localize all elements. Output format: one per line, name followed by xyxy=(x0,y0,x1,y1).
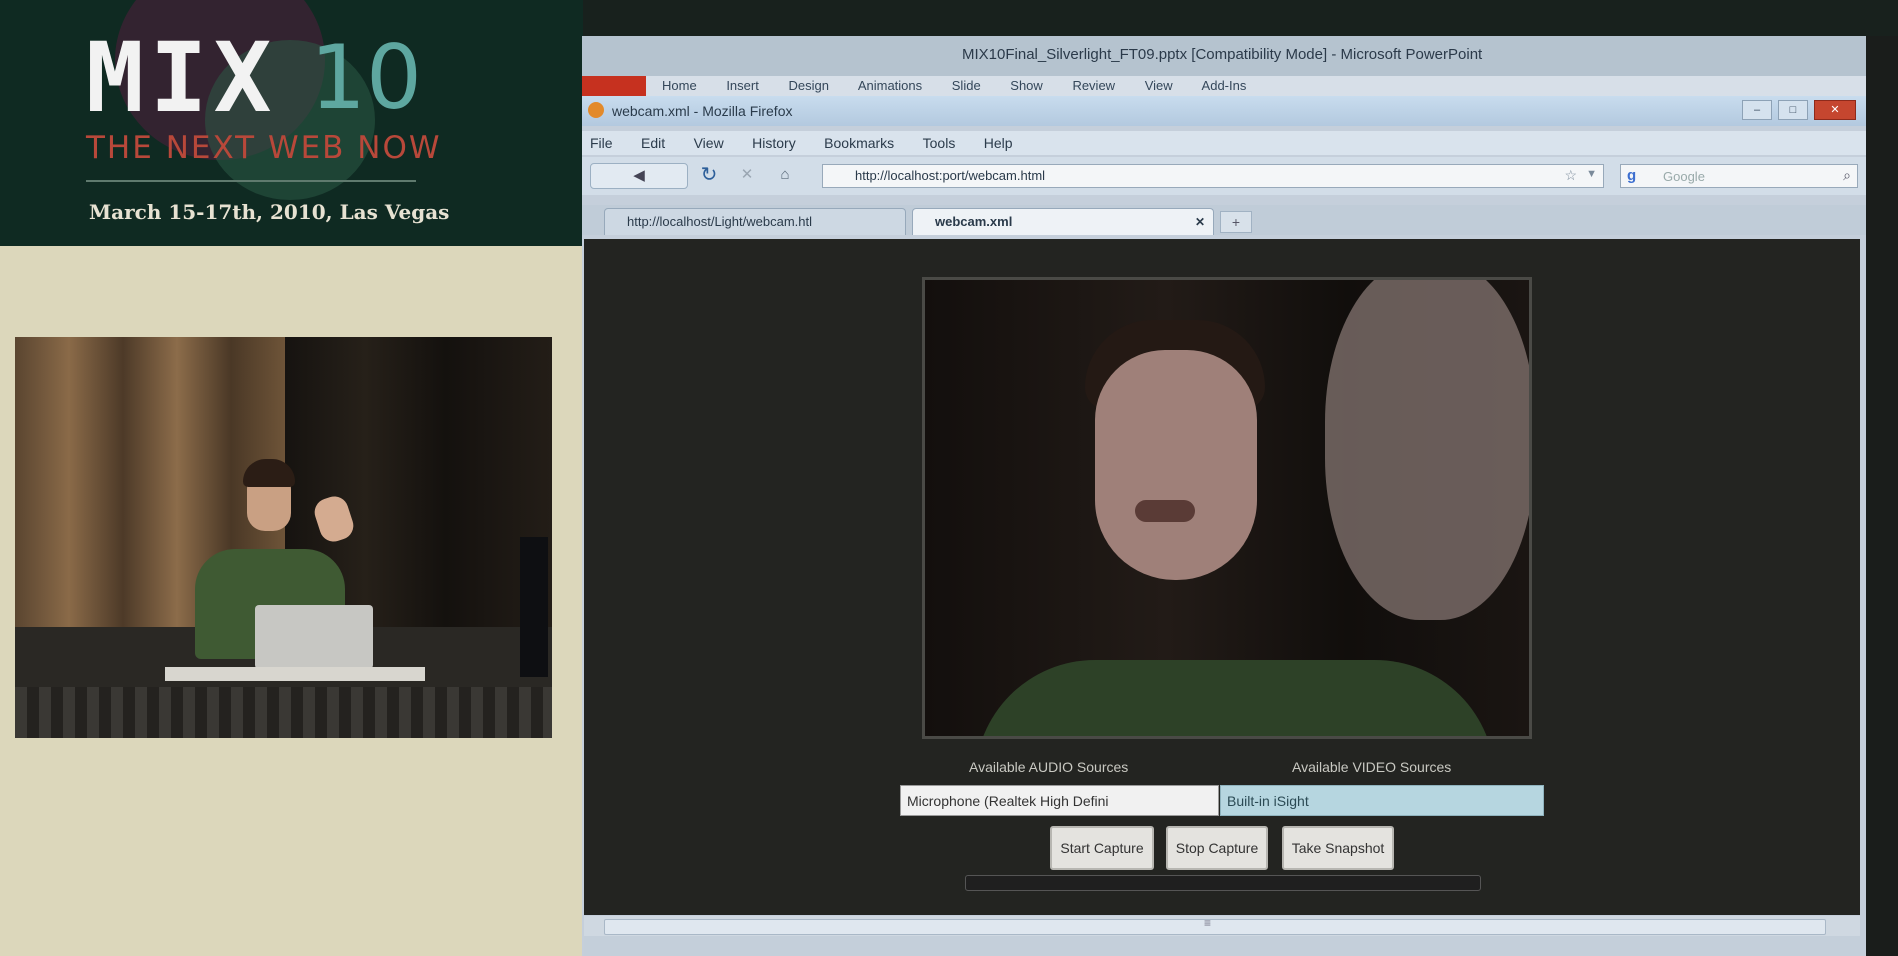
magnifier-icon[interactable]: ⌕ xyxy=(1843,167,1851,184)
menu-bar: File Edit View History Bookmarks Tools H… xyxy=(582,131,1866,155)
window-title: webcam.xml - Mozilla Firefox xyxy=(612,103,793,119)
ribbon-tabs: Home Insert Design Animations Slide Show… xyxy=(662,78,1246,93)
navigation-toolbar: ◀ ↻ ✕ ⌂ http://localhost:port/webcam.htm… xyxy=(582,157,1866,195)
minimize-button[interactable]: – xyxy=(1742,100,1772,120)
address-url: http://localhost:port/webcam.html xyxy=(855,168,1046,183)
ribbon-tab[interactable]: Slide Show xyxy=(952,78,1043,93)
audio-sources-label: Available AUDIO Sources xyxy=(969,759,1129,775)
ribbon-tab[interactable]: Insert xyxy=(726,78,759,93)
tab-title: http://localhost/Light/webcam.htl xyxy=(627,214,812,229)
search-box[interactable]: g Google ⌕ xyxy=(1620,164,1858,188)
tab-webcam-html[interactable]: http://localhost/Light/webcam.htl xyxy=(604,208,906,235)
menu-help[interactable]: Help xyxy=(984,135,1013,151)
divider xyxy=(86,180,416,182)
menu-history[interactable]: History xyxy=(752,135,796,151)
tab-strip: http://localhost/Light/webcam.htl webcam… xyxy=(582,205,1866,235)
event-date: March 15-17th, 2010, Las Vegas xyxy=(89,200,450,224)
start-capture-button[interactable]: Start Capture xyxy=(1050,826,1154,870)
menu-view[interactable]: View xyxy=(694,135,724,151)
reload-button[interactable]: ↻ xyxy=(694,163,724,187)
home-button[interactable]: ⌂ xyxy=(770,163,800,187)
stop-icon: ✕ xyxy=(740,166,754,183)
back-button[interactable]: ◀ xyxy=(590,163,688,189)
star-icon[interactable]: ☆ xyxy=(1564,167,1577,184)
event-branding: MIX 10 THE NEXT WEB NOW March 15-17th, 2… xyxy=(0,0,583,246)
menu-edit[interactable]: Edit xyxy=(641,135,665,151)
firefox-titlebar: webcam.xml - Mozilla Firefox – □ ✕ xyxy=(582,96,1866,126)
ribbon-tab[interactable]: Review xyxy=(1072,78,1115,93)
speaker-video xyxy=(15,337,552,738)
scrollbar-thumb[interactable] xyxy=(604,919,1826,935)
horizontal-scrollbar[interactable]: ≡ xyxy=(584,916,1860,936)
back-arrow-icon: ◀ xyxy=(633,167,645,184)
stop-capture-button[interactable]: Stop Capture xyxy=(1166,826,1268,870)
powerpoint-titlebar: MIX10Final_Silverlight_FT09.pptx [Compat… xyxy=(582,36,1880,76)
google-icon: g xyxy=(1627,167,1637,184)
event-tagline: THE NEXT WEB NOW xyxy=(86,130,442,166)
video-sources-label: Available VIDEO Sources xyxy=(1292,759,1452,775)
powerpoint-title: MIX10Final_Silverlight_FT09.pptx [Compat… xyxy=(962,46,1483,63)
status-bar xyxy=(584,936,1860,956)
maximize-button[interactable]: □ xyxy=(1778,100,1808,120)
stop-button[interactable]: ✕ xyxy=(732,163,762,187)
ribbon-tab[interactable]: Design xyxy=(788,78,828,93)
webcam-preview xyxy=(922,277,1532,739)
reload-icon: ↻ xyxy=(700,164,718,186)
ribbon-tab[interactable]: Animations xyxy=(858,78,922,93)
address-bar[interactable]: http://localhost:port/webcam.html ☆ ▼ xyxy=(822,164,1604,188)
capture-progress-bar xyxy=(965,875,1481,891)
video-source-list[interactable]: Built-in iSight xyxy=(1220,785,1544,816)
office-button[interactable] xyxy=(582,76,646,96)
ribbon-tab[interactable]: Add-Ins xyxy=(1202,78,1247,93)
powerpoint-ribbon: Home Insert Design Animations Slide Show… xyxy=(582,76,1880,96)
ribbon-tab[interactable]: Home xyxy=(662,78,697,93)
take-snapshot-button[interactable]: Take Snapshot xyxy=(1282,826,1394,870)
close-button[interactable]: ✕ xyxy=(1814,100,1856,120)
source-selectors: Microphone (Realtek High Defini Built-in… xyxy=(900,785,1544,818)
event-logo: MIX xyxy=(86,22,278,134)
chevron-down-icon[interactable]: ▼ xyxy=(1586,168,1597,180)
event-logo-number: 10 xyxy=(310,26,422,129)
ribbon-tab[interactable]: View xyxy=(1145,78,1173,93)
menu-file[interactable]: File xyxy=(590,135,613,151)
home-icon: ⌂ xyxy=(780,166,790,183)
plus-icon: + xyxy=(1231,214,1241,230)
new-tab-button[interactable]: + xyxy=(1220,211,1252,233)
close-icon[interactable]: ✕ xyxy=(1195,209,1205,235)
tab-title: webcam.xml xyxy=(935,214,1013,229)
background-strip xyxy=(582,0,1898,36)
background-edge xyxy=(1866,36,1898,956)
menu-bookmarks[interactable]: Bookmarks xyxy=(824,135,894,151)
grip-icon: ≡ xyxy=(1204,916,1212,930)
firefox-icon xyxy=(588,102,604,118)
audio-source-list[interactable]: Microphone (Realtek High Defini xyxy=(900,785,1219,816)
search-placeholder: Google xyxy=(1663,169,1705,184)
menu-tools[interactable]: Tools xyxy=(923,135,956,151)
tab-webcam-xml[interactable]: webcam.xml ✕ xyxy=(912,208,1214,235)
